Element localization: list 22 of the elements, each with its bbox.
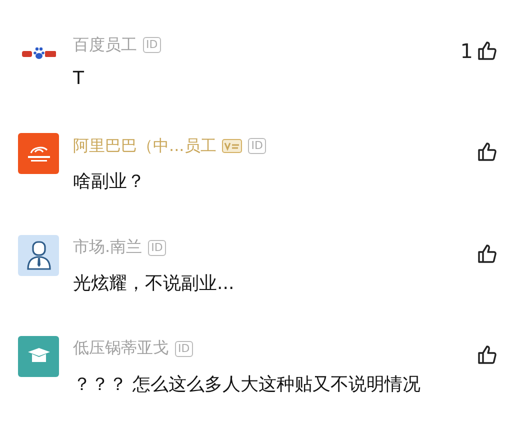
thumbs-up-icon[interactable]	[477, 344, 497, 365]
thumbs-up-icon[interactable]	[477, 142, 497, 162]
like-count: 1	[460, 39, 473, 63]
thumbs-up-icon[interactable]	[477, 244, 497, 264]
avatar	[18, 234, 59, 276]
comment-text: ？？？ 怎么这么多人大这种贴又不说明情况	[73, 372, 422, 396]
id-badge: ID	[248, 138, 266, 154]
id-badge: ID	[143, 37, 161, 53]
id-badge: ID	[175, 340, 193, 357]
comment-text: 光炫耀，不说副业...	[73, 272, 236, 294]
thumbs-up-icon[interactable]	[477, 41, 497, 61]
user-name[interactable]: 低压锅蒂亚戈	[73, 338, 169, 360]
id-badge: ID	[148, 240, 166, 256]
comment-text: 啥副业？	[73, 170, 146, 194]
avatar	[18, 336, 59, 377]
avatar	[20, 46, 56, 60]
comment-text: T	[73, 68, 85, 89]
user-name[interactable]: 百度员工	[73, 34, 137, 56]
user-name[interactable]: 阿里巴巴（中...员工	[73, 136, 216, 157]
user-name[interactable]: 市场.南兰	[73, 237, 142, 258]
verified-badge-icon	[222, 139, 242, 154]
avatar	[18, 133, 59, 174]
